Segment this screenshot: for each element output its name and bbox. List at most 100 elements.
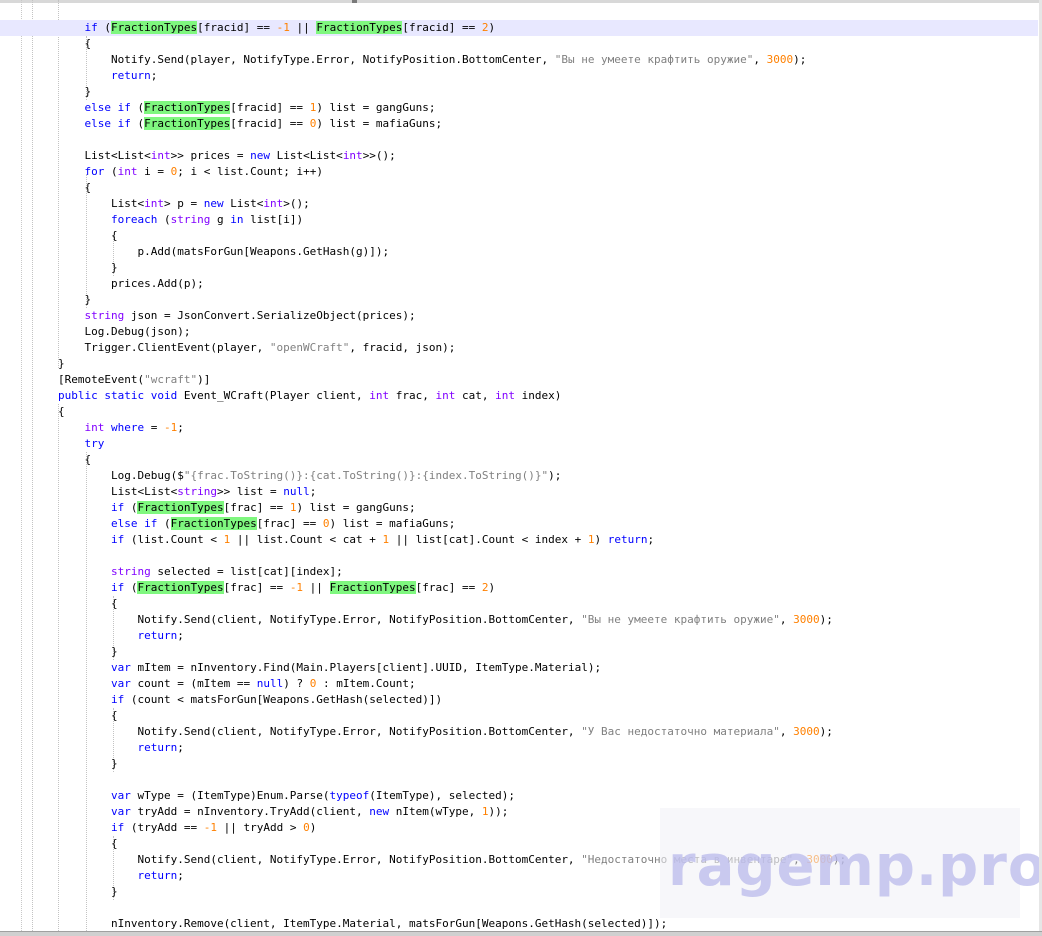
code-token: if: [84, 21, 98, 34]
code-line[interactable]: }: [58, 644, 1038, 660]
code-line[interactable]: if (count < matsForGun[Weapons.GetHash(s…: [58, 692, 1038, 708]
code-token: {: [58, 229, 118, 242]
code-line[interactable]: int where = -1;: [58, 420, 1038, 436]
code-token: {: [58, 181, 92, 194]
code-token: string: [84, 309, 125, 322]
code-line[interactable]: else if (FractionTypes[fracid] == 0) lis…: [58, 116, 1038, 132]
code-line[interactable]: }: [58, 260, 1038, 276]
code-line[interactable]: if (FractionTypes[frac] == 1) list = gan…: [58, 500, 1038, 516]
code-line[interactable]: }: [58, 356, 1038, 372]
code-line[interactable]: {: [58, 708, 1038, 724]
code-token: "Вы не умеете крафтить оружие": [581, 613, 780, 626]
code-line[interactable]: return;: [58, 68, 1038, 84]
code-token: List<: [223, 197, 264, 210]
code-token: );: [819, 613, 833, 626]
code-token: ||: [289, 21, 317, 34]
code-line[interactable]: [RemoteEvent("wcraft")]: [58, 372, 1038, 388]
code-token: Log.Debug($: [58, 469, 184, 482]
code-token: (: [104, 165, 118, 178]
code-line[interactable]: }: [58, 84, 1038, 100]
code-token: int: [144, 197, 164, 210]
code-token: ) list = gangGuns;: [296, 501, 416, 514]
code-token: List<List<: [58, 485, 178, 498]
code-line[interactable]: {: [58, 36, 1038, 52]
code-token: "openWCraft": [269, 341, 350, 354]
code-line[interactable]: [58, 548, 1038, 564]
code-line[interactable]: {: [58, 180, 1038, 196]
code-line[interactable]: string json = JsonConvert.SerializeObjec…: [58, 308, 1038, 324]
code-line[interactable]: string selected = list[cat][index];: [58, 564, 1038, 580]
code-token: (: [157, 213, 171, 226]
code-line[interactable]: Trigger.ClientEvent(player, "openWCraft"…: [58, 340, 1038, 356]
code-token: g: [210, 213, 231, 226]
code-token: else if: [84, 101, 131, 114]
code-line[interactable]: Notify.Send(client, NotifyType.Error, No…: [58, 724, 1038, 740]
code-line[interactable]: prices.Add(p);: [58, 276, 1038, 292]
code-token: Notify.Send(client, NotifyType.Error, No…: [58, 853, 582, 866]
code-line[interactable]: [58, 132, 1038, 148]
code-line[interactable]: }: [58, 292, 1038, 308]
code-line[interactable]: List<List<int>> prices = new List<List<i…: [58, 148, 1038, 164]
code-token: [frac] ==: [415, 581, 482, 594]
code-line[interactable]: var mItem = nInventory.Find(Main.Players…: [58, 660, 1038, 676]
code-line[interactable]: Notify.Send(player, NotifyType.Error, No…: [58, 52, 1038, 68]
code-line[interactable]: var wType = (ItemType)Enum.Parse(typeof(…: [58, 788, 1038, 804]
code-line[interactable]: {: [58, 452, 1038, 468]
code-token: )]: [197, 373, 211, 386]
code-token: ): [488, 581, 496, 594]
code-line[interactable]: {: [58, 404, 1038, 420]
code-token: int: [342, 149, 363, 162]
code-token: Event_WCraft(Player client,: [177, 389, 370, 402]
code-token: (: [157, 517, 171, 530]
code-line[interactable]: {: [58, 228, 1038, 244]
code-line[interactable]: Notify.Send(client, NotifyType.Error, No…: [58, 612, 1038, 628]
code-line[interactable]: Log.Debug(json);: [58, 324, 1038, 340]
code-editor[interactable]: if (FractionTypes[fracid] == -1 || Fract…: [0, 0, 1042, 936]
watermark-logo: ragemp.pro: [668, 834, 1042, 899]
code-line[interactable]: if (list.Count < 1 || list.Count < cat +…: [58, 532, 1038, 548]
fold-gutter[interactable]: [0, 0, 22, 931]
code-line[interactable]: else if (FractionTypes[fracid] == 1) lis…: [58, 100, 1038, 116]
code-token: null: [283, 485, 310, 498]
code-token: var: [110, 789, 131, 802]
code-token: (: [124, 501, 138, 514]
code-line[interactable]: return;: [58, 740, 1038, 756]
code-token: try: [84, 437, 105, 450]
code-token: prices.Add(p);: [58, 277, 204, 290]
code-token: int: [435, 389, 456, 402]
code-line[interactable]: Log.Debug($"{frac.ToString()}:{cat.ToStr…: [58, 468, 1038, 484]
code-token: ;: [177, 869, 184, 882]
code-line[interactable]: else if (FractionTypes[frac] == 0) list …: [58, 516, 1038, 532]
code-line[interactable]: {: [58, 596, 1038, 612]
code-token: }: [58, 885, 118, 898]
code-token: wType = (ItemType)Enum.Parse(: [130, 789, 330, 802]
code-token: || list[cat].Count < index +: [389, 533, 588, 546]
code-line[interactable]: p.Add(matsForGun[Weapons.GetHash(g)]);: [58, 244, 1038, 260]
code-line[interactable]: if (FractionTypes[fracid] == -1 || Fract…: [0, 20, 1038, 36]
horizontal-scrollbar-edge[interactable]: [0, 931, 1042, 936]
code-token: (: [124, 581, 138, 594]
code-line[interactable]: [58, 772, 1038, 788]
code-line[interactable]: List<int> p = new List<int>();: [58, 196, 1038, 212]
code-line[interactable]: List<List<string>> list = null;: [58, 484, 1038, 500]
code-line[interactable]: }: [58, 756, 1038, 772]
code-line[interactable]: public static void Event_WCraft(Player c…: [58, 388, 1038, 404]
code-line[interactable]: foreach (string g in list[i]): [58, 212, 1038, 228]
code-token: >();: [283, 197, 310, 210]
code-line[interactable]: try: [58, 436, 1038, 452]
code-line[interactable]: if (FractionTypes[frac] == -1 || Fractio…: [58, 580, 1038, 596]
code-line[interactable]: nInventory.Remove(client, ItemType.Mater…: [58, 916, 1038, 932]
code-token: ) ?: [283, 677, 310, 690]
code-token: return: [137, 869, 178, 882]
code-token: ) list = mafiaGuns;: [329, 517, 456, 530]
editor-top-marker: [352, 0, 357, 3]
code-line[interactable]: var count = (mItem == null) ? 0 : mItem.…: [58, 676, 1038, 692]
code-line[interactable]: return;: [58, 628, 1038, 644]
code-token: int: [369, 389, 390, 402]
code-line[interactable]: for (int i = 0; i < list.Count; i++): [58, 164, 1038, 180]
